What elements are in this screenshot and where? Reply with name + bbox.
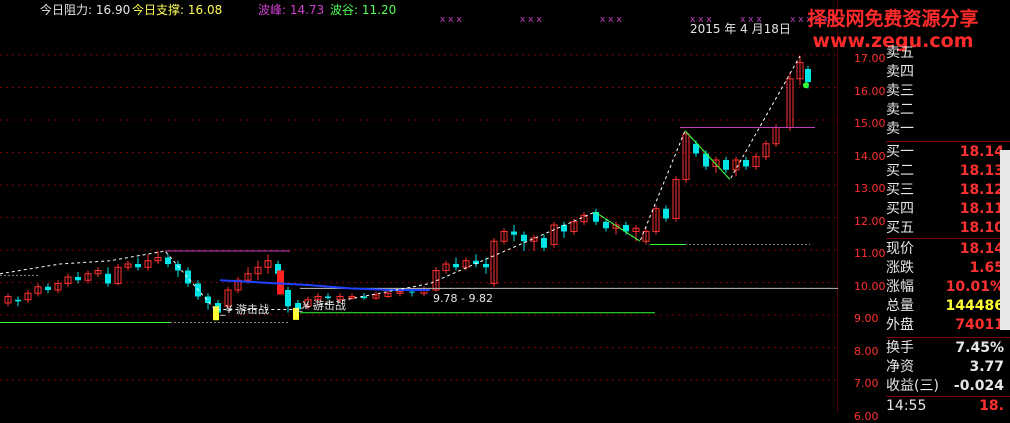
footer-time: 14:55 <box>886 398 927 414</box>
quote-row-3-label: 总量 <box>886 298 914 314</box>
stat-row-1: 净资 3.77 <box>886 358 1004 376</box>
buy-row-5-label: 买五 <box>886 220 914 236</box>
top-marker: x x x <box>440 15 462 25</box>
candle-body <box>723 160 729 170</box>
range-label: 9.78 - 9.82 <box>433 292 493 305</box>
sell-row-1: 卖一 <box>886 120 1004 138</box>
buy-row-3-label: 买三 <box>886 182 914 198</box>
stat-row-0-label: 换手 <box>886 340 914 356</box>
candle-body <box>511 231 517 235</box>
candle-body <box>603 221 609 229</box>
sell-row-2: 卖二 <box>886 101 1004 119</box>
sell-row-3: 卖三 <box>886 82 1004 100</box>
quote-row-4-label: 外盘 <box>886 317 914 333</box>
candle-body <box>409 291 415 293</box>
resistance-label: 今日阻力: 16.90 <box>40 3 131 17</box>
sell-row-4: 卖四 <box>886 63 1004 81</box>
stat-row-2-value: -0.024 <box>953 378 1004 394</box>
quote-row-1: 涨跌 1.65 <box>886 259 1004 277</box>
trough-label: 波谷: 11.20 <box>330 3 397 17</box>
stat-row-1-label: 净资 <box>886 359 914 375</box>
candle-body <box>135 264 141 268</box>
quote-row-0-value: 18.14 <box>959 241 1004 257</box>
candle-body <box>541 238 547 248</box>
divider-quote <box>886 337 1010 338</box>
divider-buy <box>886 238 1010 239</box>
buy-row-2-label: 买二 <box>886 163 914 179</box>
sell-row-5: 卖五 <box>886 44 1004 62</box>
candle-body <box>205 296 211 303</box>
sell-row-4-label: 卖四 <box>886 64 914 80</box>
kline-chart[interactable]: x x xx x xx x xx x xx x xx x xx x x 今日阻力… <box>0 0 886 423</box>
buy-row-1-label: 买一 <box>886 144 914 160</box>
peak-label: 波峰: 14.73 <box>258 3 325 17</box>
buy-row-2-value: 18.13 <box>959 163 1004 179</box>
guerrilla-label-1: _¥ 游击战 <box>220 303 269 316</box>
buy-row-1-value: 18.14 <box>959 144 1004 160</box>
candle-body <box>285 290 291 307</box>
quote-row-2: 涨幅 10.01% <box>886 278 1004 296</box>
quote-row-4: 外盘 74011 <box>886 316 1004 334</box>
stat-row-2-label: 收益(三) <box>886 378 939 394</box>
candle-body <box>521 234 527 242</box>
quote-row-1-label: 涨跌 <box>886 260 914 276</box>
footer-row: 14:55 18. <box>886 397 1004 415</box>
divider-sell <box>886 141 1010 142</box>
wave-green <box>684 130 731 180</box>
candle-body <box>483 264 489 268</box>
quote-row-1-value: 1.65 <box>969 260 1004 276</box>
sell-row-1-label: 卖一 <box>886 121 914 137</box>
buy-row-4-value: 18.11 <box>959 201 1004 217</box>
top-marker: x x x <box>600 15 622 25</box>
quote-row-3-value: 144486 <box>945 298 1004 314</box>
sell-row-2-label: 卖二 <box>886 102 914 118</box>
quote-row-2-label: 涨幅 <box>886 279 914 295</box>
stat-row-0-value: 7.45% <box>955 340 1004 356</box>
buy-row-1: 买一 18.14 <box>886 143 1004 161</box>
wave-line <box>0 55 801 310</box>
candle-body <box>663 208 669 219</box>
candle-body <box>743 160 749 167</box>
buy-row-2: 买二 18.13 <box>886 162 1004 180</box>
header-date: 2015 年 4 月18日 <box>690 22 791 36</box>
buy-row-5-value: 18.10 <box>959 220 1004 236</box>
candle-body <box>75 277 81 281</box>
sell-row-5-label: 卖五 <box>886 45 914 61</box>
quote-row-3: 总量 144486 <box>886 297 1004 315</box>
candle-body <box>15 299 21 302</box>
quote-row-0-label: 现价 <box>886 241 914 257</box>
candle-body <box>175 264 181 271</box>
buy-row-3: 买三 18.12 <box>886 181 1004 199</box>
side-scrollbar[interactable] <box>1000 150 1010 330</box>
candle-body <box>165 257 171 264</box>
stat-row-0: 换手 7.45% <box>886 339 1004 357</box>
guerrilla-label-2: _¥ 游击战 <box>297 299 346 312</box>
quote-row-4-value: 74011 <box>955 317 1004 333</box>
candle-body <box>453 264 459 268</box>
quote-panel: 卖五 卖四 卖三 卖二 卖一 买一 18.14 买二 18.13 买三 18.12 买四 18.11 买… <box>838 0 1010 415</box>
sell-row-3-label: 卖三 <box>886 83 914 99</box>
stat-row-1-value: 3.77 <box>969 359 1004 375</box>
wave-green <box>594 211 641 242</box>
candle-body <box>45 286 51 290</box>
support-label: 今日支撑: 16.08 <box>132 3 223 17</box>
kline-svg: x x xx x xx x xx x xx x xx x xx x x <box>0 0 838 412</box>
buy-row-4: 买四 18.11 <box>886 200 1004 218</box>
buy-row-4-label: 买四 <box>886 201 914 217</box>
buy-row-3-value: 18.12 <box>959 182 1004 198</box>
quote-row-0: 现价 18.14 <box>886 240 1004 258</box>
candle-body <box>805 69 811 82</box>
top-marker: x x x <box>520 15 542 25</box>
buy-row-5: 买五 18.10 <box>886 219 1004 237</box>
candle-body <box>105 273 111 284</box>
signal-dot <box>803 82 809 89</box>
footer-value: 18. <box>979 398 1004 414</box>
stat-row-2: 收益(三) -0.024 <box>886 377 1004 395</box>
quote-row-2-value: 10.01% <box>945 279 1004 295</box>
candle-body <box>185 270 191 284</box>
